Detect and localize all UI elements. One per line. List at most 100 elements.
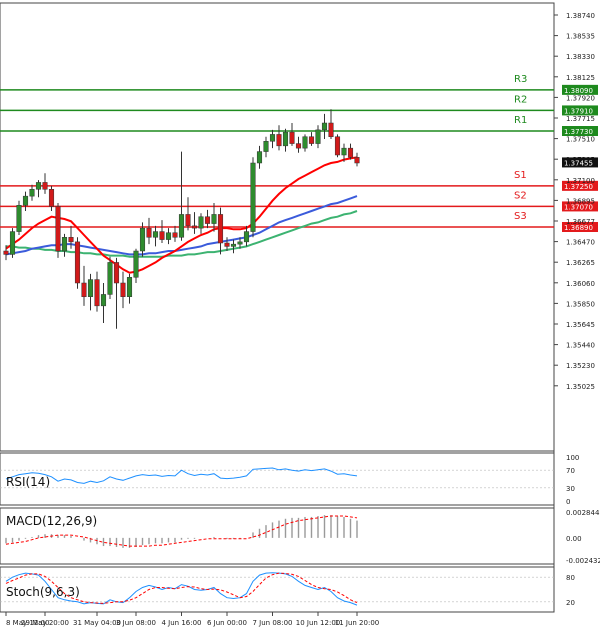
level-name-r3: R3: [514, 74, 527, 85]
y-tick-label: 1.35025: [566, 383, 595, 391]
candle-bear: [74, 241, 81, 284]
candle-bull: [237, 241, 243, 245]
macd-label: MACD(12,26,9): [6, 514, 97, 528]
candle-bull: [263, 141, 269, 152]
y-tick-label: 1.38125: [566, 74, 595, 82]
candle-bull: [243, 231, 250, 243]
y-tick-label: 1.38535: [566, 33, 595, 41]
candle-bull: [126, 277, 133, 297]
y-tick-label: 1.36060: [566, 280, 595, 288]
level-name-r1: R1: [514, 115, 527, 126]
candle-bull: [87, 279, 94, 297]
candle-bull: [16, 205, 22, 232]
y-tick-label: 1.35440: [566, 342, 595, 350]
y-tick-label: 1.35230: [566, 362, 595, 370]
candle-bull: [107, 262, 113, 295]
rsi-tick-label: 70: [566, 467, 575, 475]
x-tick-label: 11 Jun 20:00: [335, 619, 379, 627]
x-tick-label: 6 Jun 00:00: [207, 619, 247, 627]
candle-bear: [308, 136, 315, 144]
x-tick-label: 3 Jun 08:00: [116, 619, 156, 627]
x-tick-label: 7 Jun 08:00: [252, 619, 292, 627]
candle-bull: [282, 131, 289, 147]
candle-bull: [29, 189, 35, 197]
candle-bull: [211, 214, 217, 224]
candle-bear: [113, 262, 120, 284]
candle-bull: [178, 214, 185, 238]
stoch-tick-label: 80: [566, 574, 575, 582]
rsi-label: RSI(14): [6, 475, 50, 489]
x-tick-label: 4 Jun 16:00: [161, 619, 201, 627]
y-tick-label: 1.37100: [566, 177, 595, 185]
candle-bull: [269, 134, 276, 142]
forex-chart: R31.38090R21.37910R11.37730S11.37250S21.…: [0, 0, 600, 630]
candle-bear: [48, 189, 55, 207]
candle-bull: [302, 136, 308, 149]
y-tick-label: 1.35645: [566, 321, 595, 329]
candle-bear: [94, 279, 100, 307]
candle-bear: [185, 214, 191, 227]
candle-bear: [347, 147, 354, 158]
candle-bear: [289, 131, 295, 144]
stoch-label: Stoch(9,6,3): [6, 585, 80, 599]
y-tick-label: 1.38740: [566, 12, 595, 20]
rsi-tick-label: 100: [566, 454, 579, 462]
macd-tick-label: 0.002844: [566, 509, 600, 517]
candle-bull: [315, 129, 321, 144]
y-tick-label: 1.38330: [566, 53, 595, 61]
candle-bull: [61, 237, 68, 252]
candle-bear: [3, 250, 9, 255]
rsi-tick-label: 0: [566, 498, 570, 506]
candle-bear: [204, 216, 211, 224]
candle-bear: [146, 227, 152, 238]
candle-bear: [55, 206, 61, 252]
candle-bull: [165, 232, 172, 240]
level-name-r2: R2: [514, 94, 527, 105]
y-tick-label: 1.36677: [566, 218, 595, 226]
current-price-label: 1.37455: [564, 159, 593, 167]
y-tick-label: 1.36470: [566, 239, 595, 247]
candle-bull: [321, 122, 328, 131]
candle-bear: [217, 214, 224, 244]
candle-bear: [328, 122, 334, 137]
candle-bull: [198, 216, 204, 229]
candle-bear: [81, 282, 87, 297]
level-name-s2: S2: [514, 190, 527, 201]
candle-bull: [9, 231, 16, 255]
stoch-tick-label: 20: [566, 599, 575, 607]
candle-bear: [159, 231, 165, 240]
candle-bull: [133, 250, 139, 278]
macd-tick-label: -0.002432: [566, 557, 600, 565]
candle-bear: [295, 143, 302, 149]
macd-tick-label: 0.00: [566, 535, 582, 543]
y-tick-label: 1.37715: [566, 115, 595, 123]
y-tick-label: 1.37510: [566, 136, 595, 144]
rsi-tick-label: 30: [566, 485, 575, 493]
y-tick-label: 1.36895: [566, 197, 595, 205]
candle-bear: [354, 157, 360, 164]
candle-bull: [250, 162, 256, 232]
candle-bear: [224, 242, 230, 247]
candle-bull: [341, 147, 347, 156]
candle-bear: [120, 282, 126, 297]
candle-bull: [230, 243, 237, 247]
level-name-s3: S3: [514, 211, 527, 222]
candle-bear: [172, 232, 178, 238]
candle-bull: [22, 195, 29, 206]
candle-bull: [256, 151, 263, 164]
candle-bear: [334, 136, 341, 156]
x-tick-label: 31 May 04:00: [73, 619, 121, 627]
candle-bull: [139, 227, 146, 252]
x-tick-label: 10 Jun 12:00: [296, 619, 340, 627]
y-tick-label: 1.35850: [566, 300, 595, 308]
x-tick-label: 29 May 20:00: [21, 619, 69, 627]
y-tick-label: 1.37920: [566, 94, 595, 102]
y-tick-label: 1.36265: [566, 259, 595, 267]
candle-bear: [191, 225, 198, 229]
candle-bull: [152, 231, 159, 238]
level-name-s1: S1: [514, 170, 527, 181]
candle-bear: [42, 182, 48, 190]
candle-bull: [35, 182, 42, 190]
candle-bull: [100, 294, 107, 307]
candle-bear: [68, 237, 74, 243]
